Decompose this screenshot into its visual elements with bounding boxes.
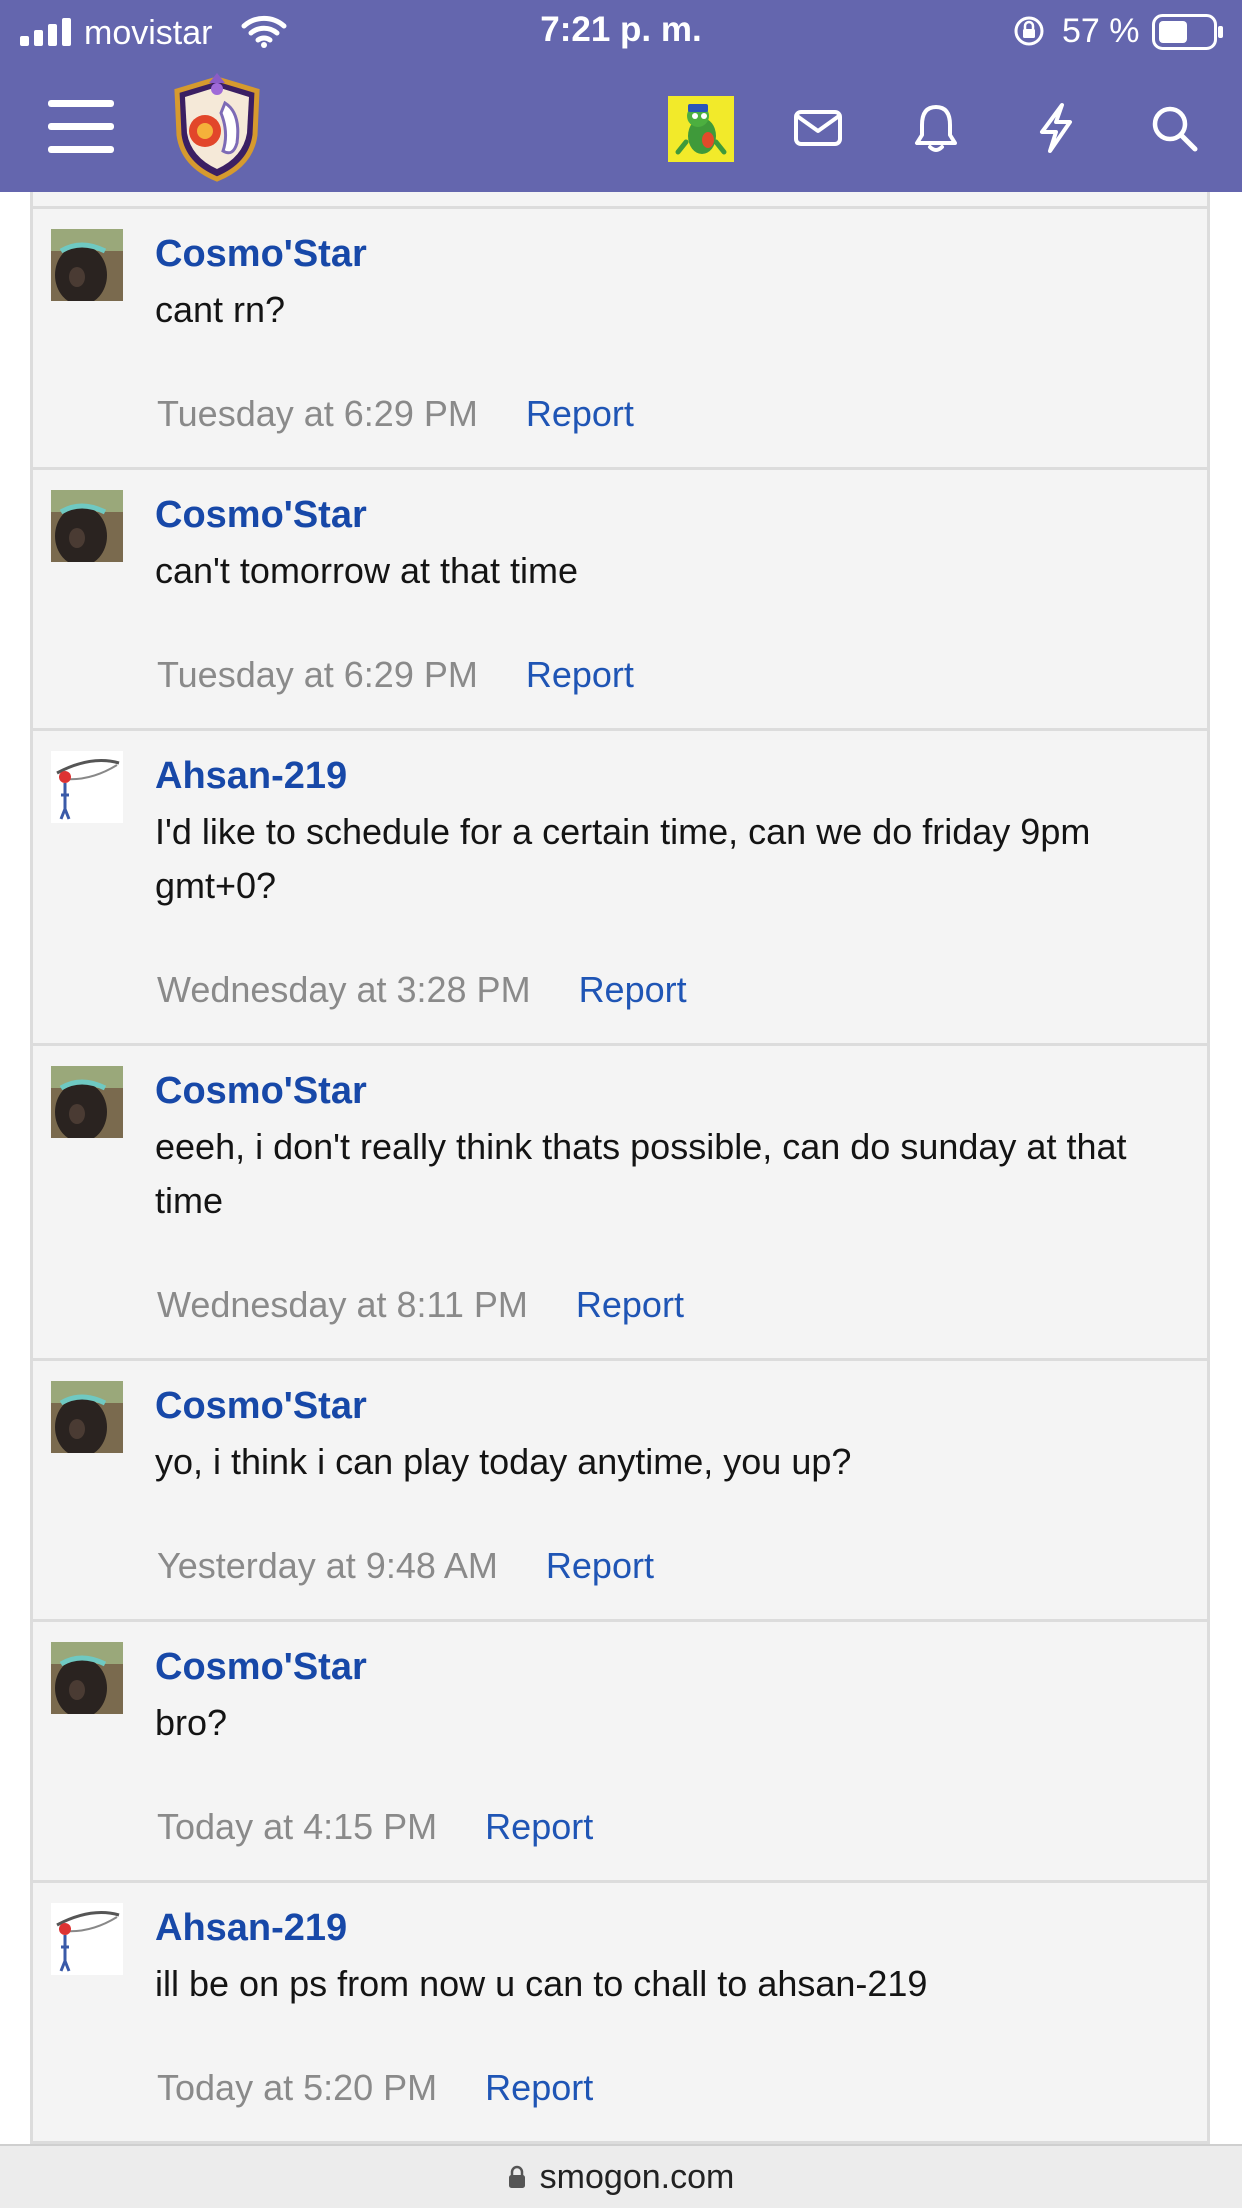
report-link[interactable]: Report: [576, 1284, 684, 1325]
message-text: bro?: [155, 1702, 228, 1743]
message-text: can't tomorrow at that time: [155, 550, 579, 591]
avatar[interactable]: [51, 490, 123, 562]
battery-icon: [1152, 14, 1223, 50]
message-meta: Tuesday at 6:29 PM Report: [157, 654, 634, 696]
site-logo: [174, 73, 260, 182]
avatar[interactable]: [51, 1381, 123, 1453]
message-item: Ahsan-219 I'd like to schedule for a cer…: [33, 731, 1207, 1046]
menu-button[interactable]: [40, 92, 122, 162]
username-link[interactable]: Cosmo'Star: [155, 1646, 367, 1689]
top-bar: movistar 7:21 p. m. 57 %: [0, 0, 1242, 192]
inbox-button[interactable]: [790, 100, 846, 156]
battery-percent-label: 57 %: [1062, 12, 1140, 50]
username-link[interactable]: Ahsan-219: [155, 755, 347, 798]
report-link[interactable]: Report: [485, 1806, 593, 1847]
message-text: ill be on ps from now u can to chall to …: [155, 1963, 928, 2004]
clock-label: 7:21 p. m.: [540, 10, 702, 49]
search-button[interactable]: [1144, 98, 1204, 158]
cosmostar-avatar-image: [51, 229, 123, 301]
message-meta: Wednesday at 3:28 PM Report: [157, 969, 687, 1011]
username-link[interactable]: Cosmo'Star: [155, 233, 367, 276]
report-link[interactable]: Report: [546, 1545, 654, 1586]
message-timestamp[interactable]: Today at 5:20 PM: [157, 2067, 437, 2108]
user-avatar-button[interactable]: [668, 96, 734, 162]
ahsan-avatar-image: [51, 1903, 123, 1975]
avatar[interactable]: [51, 1642, 123, 1714]
browser-url-bar[interactable]: smogon.com: [0, 2144, 1242, 2208]
message-item: Cosmo'Star eeeh, i don't really think th…: [33, 1046, 1207, 1361]
avatar[interactable]: [51, 1066, 123, 1138]
cosmostar-avatar-image: [51, 1381, 123, 1453]
avatar[interactable]: [51, 229, 123, 301]
whats-new-button[interactable]: [1028, 98, 1084, 158]
message-meta: Wednesday at 8:11 PM Report: [157, 1284, 684, 1326]
message-item: Cosmo'Star bro? Today at 4:15 PM Report: [33, 1622, 1207, 1883]
message-timestamp[interactable]: Wednesday at 3:28 PM: [157, 969, 531, 1010]
message-meta: Today at 5:20 PM Report: [157, 2067, 593, 2109]
message-text: yo, i think i can play today anytime, yo…: [155, 1441, 852, 1482]
report-link[interactable]: Report: [526, 654, 634, 695]
cosmostar-avatar-image: [51, 1066, 123, 1138]
username-link[interactable]: Cosmo'Star: [155, 1070, 367, 1113]
username-link[interactable]: Cosmo'Star: [155, 494, 367, 537]
message-timestamp[interactable]: Tuesday at 6:29 PM: [157, 654, 478, 695]
menu-icon: [48, 100, 114, 153]
conversation-thread: Cosmo'Star cant rn? Tuesday at 6:29 PM Re…: [30, 192, 1210, 2144]
rotation-lock-icon: [1014, 16, 1044, 46]
message-timestamp[interactable]: Yesterday at 9:48 AM: [157, 1545, 498, 1586]
lock-icon: [508, 2165, 525, 2188]
alerts-button[interactable]: [908, 98, 964, 158]
site-logo-link[interactable]: [162, 70, 272, 186]
cosmostar-avatar-image: [51, 490, 123, 562]
mail-icon: [794, 110, 842, 146]
message-item: Cosmo'Star yo, i think i can play today …: [33, 1361, 1207, 1622]
message-meta: Yesterday at 9:48 AM Report: [157, 1545, 654, 1587]
search-icon: [1152, 106, 1198, 152]
message-text: I'd like to schedule for a certain time,…: [155, 811, 1091, 906]
bolt-icon: [1040, 103, 1072, 153]
message-timestamp[interactable]: Tuesday at 6:29 PM: [157, 393, 478, 434]
ahsan-avatar-image: [51, 751, 123, 823]
url-domain[interactable]: smogon.com: [540, 2158, 735, 2197]
message-item: Cosmo'Star cant rn? Tuesday at 6:29 PM Re…: [33, 209, 1207, 470]
nav-bar: [0, 70, 1242, 192]
message-item: Ahsan-219 ill be on ps from now u can to…: [33, 1883, 1207, 2144]
report-link[interactable]: Report: [526, 393, 634, 434]
avatar[interactable]: [51, 1903, 123, 1975]
cosmostar-avatar-image: [51, 1642, 123, 1714]
message-meta: Today at 4:15 PM Report: [157, 1806, 593, 1848]
message-text: eeeh, i don't really think thats possibl…: [155, 1126, 1127, 1221]
message-meta: Tuesday at 6:29 PM Report: [157, 393, 634, 435]
avatar[interactable]: [51, 751, 123, 823]
report-link[interactable]: Report: [579, 969, 687, 1010]
user-avatar: [668, 96, 734, 162]
bell-icon: [915, 105, 957, 152]
message-text: cant rn?: [155, 289, 286, 330]
message-timestamp[interactable]: Today at 4:15 PM: [157, 1806, 437, 1847]
username-link[interactable]: Ahsan-219: [155, 1907, 347, 1950]
message-item: Cosmo'Star can't tomorrow at that time T…: [33, 470, 1207, 731]
message-timestamp[interactable]: Wednesday at 8:11 PM: [157, 1284, 528, 1325]
report-link[interactable]: Report: [485, 2067, 593, 2108]
username-link[interactable]: Cosmo'Star: [155, 1385, 367, 1428]
